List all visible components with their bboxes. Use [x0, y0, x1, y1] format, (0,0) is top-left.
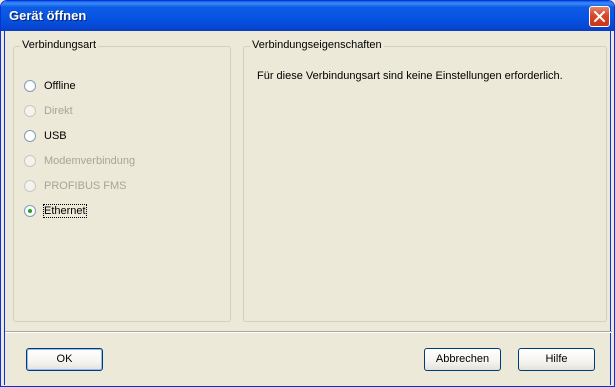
radio-button-selected[interactable]	[24, 205, 36, 217]
window-title: Gerät öffnen	[9, 8, 87, 23]
cancel-button[interactable]: Abbrechen	[424, 348, 501, 371]
radio-label-modemverbindung: Modemverbindung	[44, 155, 136, 167]
dialog-window: Gerät öffnen Verbindungsart Offline Dire…	[0, 0, 615, 387]
radio-button	[24, 105, 36, 117]
radio-button	[24, 180, 36, 192]
properties-message: Für diese Verbindungsart sind keine Eins…	[257, 70, 563, 82]
connection-type-legend: Verbindungsart	[20, 39, 98, 51]
separator	[5, 331, 612, 333]
radio-button	[24, 155, 36, 167]
connection-properties-group: Verbindungseigenschaften Für diese Verbi…	[243, 39, 607, 322]
radio-button[interactable]	[24, 130, 36, 142]
radio-label-usb: USB	[44, 130, 67, 142]
dialog-content: Verbindungsart Offline Direkt USB Modemv…	[4, 31, 612, 385]
radio-label-profibus-fms: PROFIBUS FMS	[44, 180, 127, 192]
connection-properties-legend: Verbindungseigenschaften	[250, 39, 384, 51]
radio-label-ethernet: Ethernet	[43, 204, 87, 218]
radio-label-direkt: Direkt	[44, 105, 73, 117]
radio-button[interactable]	[24, 80, 36, 92]
radio-label-offline: Offline	[44, 80, 76, 92]
close-icon	[594, 11, 605, 22]
help-button[interactable]: Hilfe	[518, 348, 595, 371]
connection-type-group: Verbindungsart Offline Direkt USB Modemv…	[13, 39, 231, 322]
ok-button[interactable]: OK	[26, 348, 103, 371]
title-bar[interactable]: Gerät öffnen	[1, 1, 614, 31]
close-button[interactable]	[589, 6, 610, 27]
